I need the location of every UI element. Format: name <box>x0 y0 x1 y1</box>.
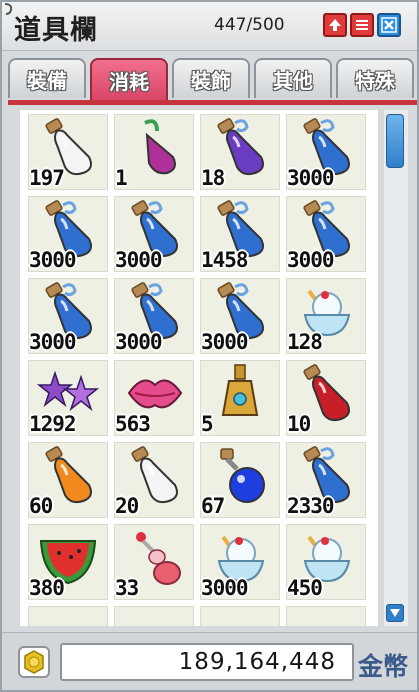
item-slot[interactable]: 2330 <box>286 442 366 518</box>
gold-amount: 189,164,448 <box>178 649 336 675</box>
tab-label: 特殊 <box>355 68 395 93</box>
item-slot[interactable]: 563 <box>114 360 194 436</box>
item-slot[interactable]: 1 <box>114 114 194 190</box>
purple-elixir-icon <box>144 119 176 175</box>
scroll-down-button[interactable] <box>386 604 404 622</box>
up-arrow-icon <box>329 19 341 31</box>
inventory-window: 道具欄 447/500 裝備 消耗 裝飾 其他 特殊 197 1 18 3000… <box>0 0 419 692</box>
list-icon <box>356 20 368 30</box>
item-quantity: 3000 <box>29 330 77 354</box>
tab-1[interactable]: 裝備 <box>8 58 86 98</box>
item-quantity: 67 <box>201 494 225 518</box>
item-quantity: 3000 <box>287 166 335 190</box>
item-slot[interactable] <box>114 606 194 626</box>
tab-3[interactable]: 裝飾 <box>172 58 250 98</box>
expand-button[interactable] <box>323 13 347 37</box>
item-slot[interactable]: 3000 <box>114 196 194 272</box>
item-slot[interactable]: 197 <box>28 114 108 190</box>
item-quantity: 33 <box>115 576 139 600</box>
tab-label: 裝備 <box>27 68 67 93</box>
item-grid[interactable]: 197 1 18 3000 3000 3000 1458 3000 3000 3… <box>20 110 378 626</box>
item-slot[interactable]: 1458 <box>200 196 280 272</box>
scrollbar[interactable] <box>384 110 408 626</box>
close-button[interactable] <box>377 13 401 37</box>
item-slot[interactable]: 450 <box>286 524 366 600</box>
item-quantity: 3000 <box>29 248 77 272</box>
category-tabs: 裝備 消耗 裝飾 其他 特殊 <box>8 58 417 102</box>
yellow-item-icon <box>123 609 187 626</box>
green-item-icon <box>209 609 273 626</box>
item-slot[interactable]: 3000 <box>286 114 366 190</box>
menu-button[interactable] <box>350 13 374 37</box>
item-quantity: 3000 <box>201 576 249 600</box>
item-slot[interactable]: 10 <box>286 360 366 436</box>
chevron-down-icon <box>390 609 400 617</box>
item-quantity: 1458 <box>201 248 249 272</box>
gold-label: 金幣 <box>358 652 409 681</box>
purple-item-icon <box>295 609 359 626</box>
item-quantity: 563 <box>115 412 151 436</box>
gold-amount-field: 189,164,448 <box>60 643 354 681</box>
item-quantity: 128 <box>287 330 323 354</box>
item-quantity: 20 <box>115 494 139 518</box>
item-slot[interactable]: 3000 <box>200 278 280 354</box>
tab-label: 裝飾 <box>191 68 231 93</box>
item-slot[interactable]: 33 <box>114 524 194 600</box>
scrollbar-thumb[interactable] <box>386 114 404 168</box>
item-slot[interactable]: 18 <box>200 114 280 190</box>
item-slot[interactable]: 3000 <box>286 196 366 272</box>
brown-item-icon <box>37 609 101 626</box>
item-slot[interactable]: 20 <box>114 442 194 518</box>
close-icon <box>381 17 397 33</box>
tab-label: 其他 <box>273 68 313 93</box>
title-bar[interactable]: 道具欄 447/500 <box>2 2 417 51</box>
item-slot[interactable] <box>28 606 108 626</box>
tab-2[interactable]: 消耗 <box>90 58 168 100</box>
item-quantity: 10 <box>287 412 311 436</box>
tab-label: 消耗 <box>109 69 149 94</box>
item-slot[interactable]: 5 <box>200 360 280 436</box>
tab-5[interactable]: 特殊 <box>336 58 414 98</box>
item-slot[interactable] <box>200 606 280 626</box>
tab-4[interactable]: 其他 <box>254 58 332 98</box>
item-quantity: 3000 <box>287 248 335 272</box>
item-quantity: 3000 <box>115 248 163 272</box>
item-quantity: 450 <box>287 576 323 600</box>
item-quantity: 380 <box>29 576 65 600</box>
gold-coin-icon <box>18 646 50 678</box>
item-quantity: 3000 <box>201 330 249 354</box>
item-quantity: 1292 <box>29 412 77 436</box>
item-quantity: 197 <box>29 166 65 190</box>
golden-bottle-icon <box>221 364 259 416</box>
item-quantity: 18 <box>201 166 225 190</box>
item-slot[interactable]: 128 <box>286 278 366 354</box>
item-slot[interactable]: 3000 <box>28 196 108 272</box>
item-slot[interactable]: 67 <box>200 442 280 518</box>
window-title: 道具欄 <box>14 15 98 46</box>
item-quantity: 60 <box>29 494 53 518</box>
item-slot[interactable] <box>286 606 366 626</box>
item-quantity: 1 <box>115 166 128 190</box>
item-slot[interactable]: 3000 <box>28 278 108 354</box>
item-slot[interactable]: 1292 <box>28 360 108 436</box>
item-slot[interactable]: 3000 <box>200 524 280 600</box>
inventory-capacity: 447/500 <box>214 15 285 35</box>
item-slot[interactable]: 380 <box>28 524 108 600</box>
tab-divider <box>8 100 417 105</box>
item-quantity: 2330 <box>287 494 335 518</box>
item-slot[interactable]: 60 <box>28 442 108 518</box>
item-quantity: 3000 <box>115 330 163 354</box>
currency-bar: 189,164,448 金幣 <box>2 632 417 690</box>
item-slot[interactable]: 3000 <box>114 278 194 354</box>
item-quantity: 5 <box>201 412 214 436</box>
